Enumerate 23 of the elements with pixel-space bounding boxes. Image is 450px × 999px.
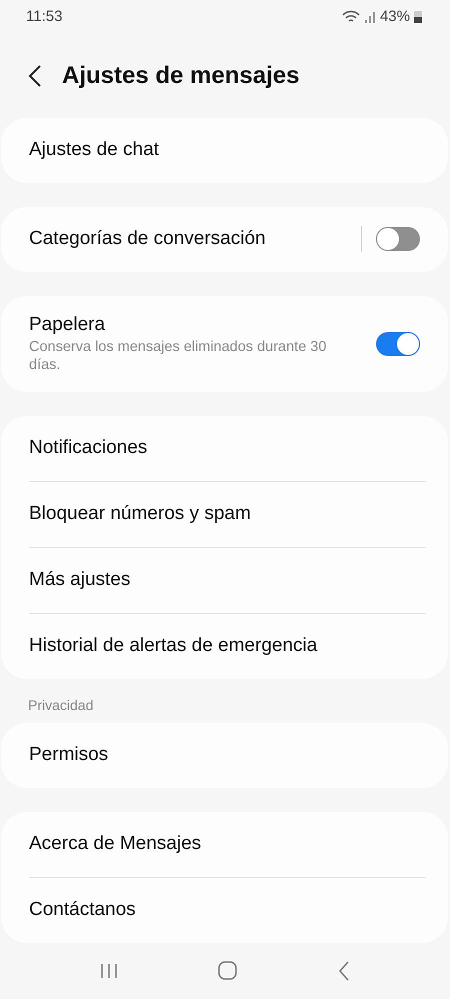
toggle-switch[interactable] [376, 332, 420, 356]
recent-apps-icon[interactable] [100, 962, 118, 979]
status-time: 11:53 [26, 8, 62, 26]
setting-label[interactable]: Acerca de Mensajes [29, 833, 420, 856]
toggle-switch[interactable] [376, 227, 420, 252]
signal-icon [364, 10, 376, 23]
setting-label[interactable]: Permisos [29, 744, 420, 766]
page-title: Ajustes de mensajes [62, 62, 300, 90]
setting-label[interactable]: Categorías de conversación [29, 228, 361, 250]
setting-description: Conserva los mensajes eliminados durante 30 días. [29, 338, 328, 374]
setting-label[interactable]: Notificaciones [29, 437, 420, 460]
setting-label[interactable]: Bloquear números y spam [29, 503, 420, 526]
back-icon[interactable] [338, 960, 350, 981]
setting-label[interactable]: Historial de alertas de emergencia [29, 635, 420, 658]
setting-label[interactable]: Ajustes de chat [29, 139, 420, 162]
battery-icon [414, 10, 422, 24]
home-icon[interactable] [218, 961, 238, 980]
setting-label[interactable]: Contáctanos [29, 899, 420, 922]
setting-label[interactable]: Más ajustes [29, 569, 420, 592]
setting-label[interactable]: Papelera [29, 314, 376, 336]
wifi-icon [342, 10, 360, 24]
section-heading: Privacidad [27, 696, 94, 713]
battery-percent: 43% [380, 8, 410, 26]
